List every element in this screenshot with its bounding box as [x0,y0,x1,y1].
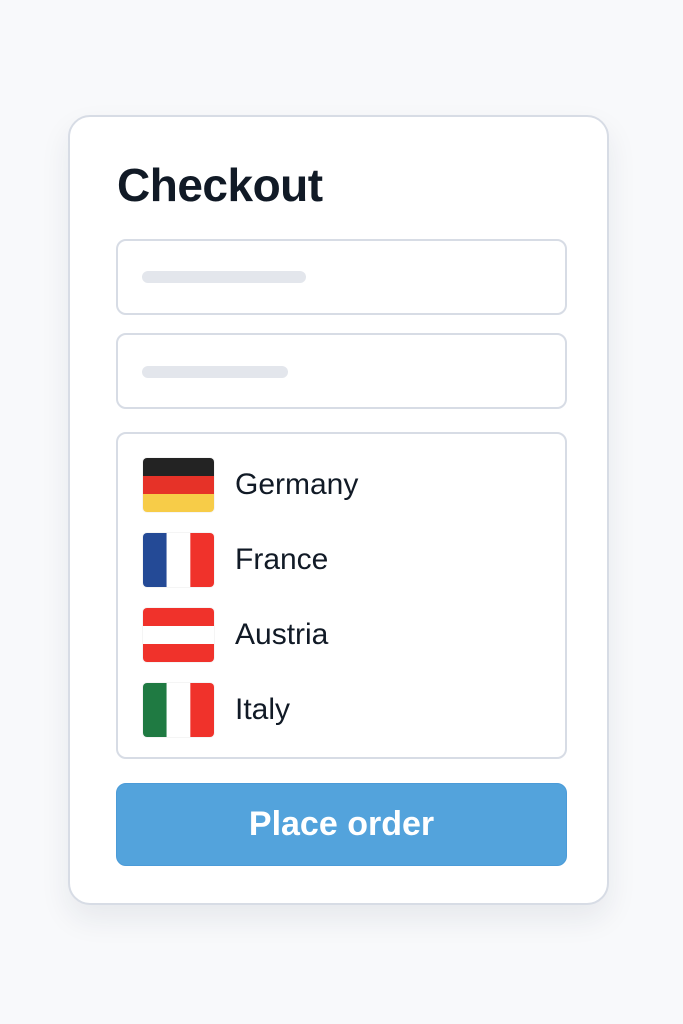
country-label: France [235,543,329,576]
text-field-1[interactable] [116,239,567,315]
germany-flag-icon [143,458,214,512]
country-label: Italy [235,693,291,726]
austria-flag-icon [143,608,214,662]
checkout-card: Checkout Germany France Austria Italy Pl… [68,115,609,905]
france-flag-icon [143,533,214,587]
country-option-germany[interactable]: Germany [118,450,565,520]
field-placeholder-bar [142,366,288,378]
country-option-italy[interactable]: Italy [118,675,565,745]
place-order-button[interactable]: Place order [116,783,567,866]
country-label: Austria [235,618,329,651]
italy-flag-icon [143,683,214,737]
country-option-austria[interactable]: Austria [118,600,565,670]
country-list: Germany France Austria Italy [116,432,567,759]
field-placeholder-bar [142,271,306,283]
page-title: Checkout [117,159,323,211]
text-field-2[interactable] [116,333,567,409]
country-option-france[interactable]: France [118,525,565,595]
country-label: Germany [235,468,359,501]
